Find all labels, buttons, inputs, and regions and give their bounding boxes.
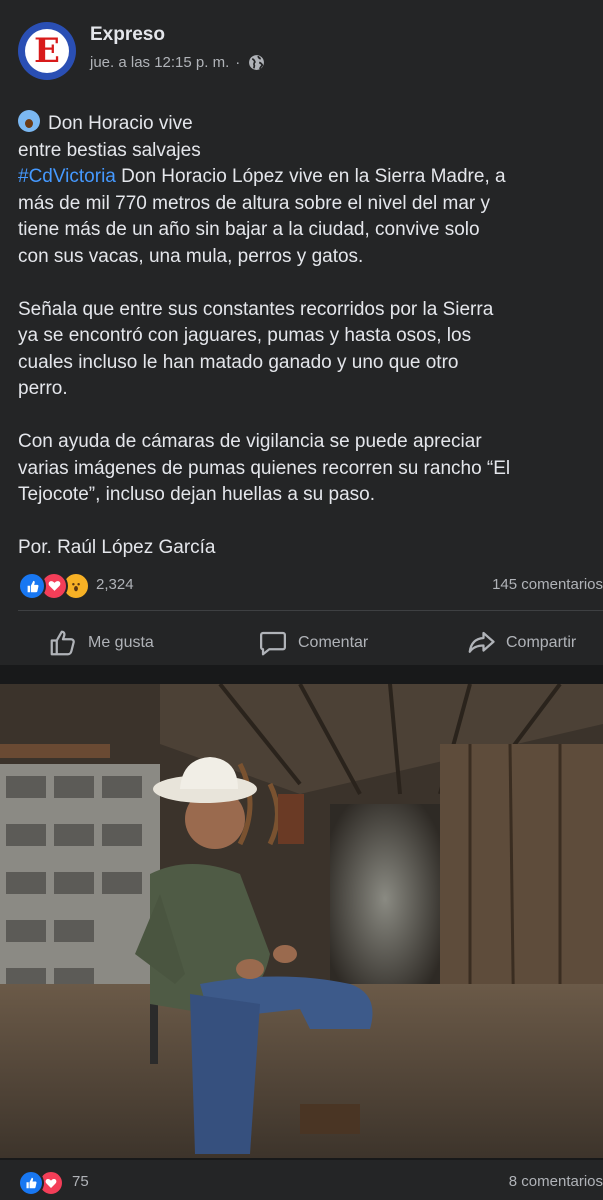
post-body: Don Horacio vive entre bestias salvajes … [18, 110, 603, 562]
paragraph-2-line-3: cuales incluso le han matado ganado y un… [18, 351, 459, 373]
thumbs-up-icon [50, 630, 75, 656]
photo-reaction-count[interactable]: 75 [72, 1173, 89, 1190]
like-icon[interactable] [18, 1170, 44, 1196]
photo-comments-count[interactable]: 8 comentarios [509, 1173, 603, 1190]
photo-man-in-cowboy-hat [0, 684, 603, 1158]
post-headline-2: entre bestias salvajes [18, 139, 201, 161]
expreso-logo: E [25, 29, 69, 73]
paragraph-2-line-2: ya se encontró con jaguares, pumas y has… [18, 325, 472, 346]
share-arrow-icon [468, 631, 495, 653]
reactions-summary: 2,324 145 comentarios [18, 572, 603, 600]
comments-count-link[interactable]: 145 comentarios [492, 576, 603, 593]
divider [18, 610, 603, 611]
scream-emoji-icon [18, 110, 40, 132]
paragraph-3-line-1: Con ayuda de cámaras de vigilancia se pu… [18, 431, 482, 452]
paragraph-3-line-2: varias imágenes de pumas quienes recorre… [18, 457, 511, 479]
post-headline-1: Don Horacio vive [48, 113, 193, 134]
paragraph-3-line-3: Tejocote”, incluso dejan huellas a su pa… [18, 484, 376, 505]
paragraph-1-line-3: tiene más de un año sin bajar a la ciuda… [18, 219, 480, 240]
comment-label: Comentar [298, 634, 369, 651]
comment-bubble-icon [260, 631, 286, 656]
post-header: E Expreso jue. a las 12:15 p. m. · [18, 22, 598, 82]
post-timestamp[interactable]: jue. a las 12:15 p. m. [90, 54, 229, 71]
page-name-link[interactable]: Expreso [90, 24, 165, 46]
share-button[interactable]: Compartir [466, 620, 576, 666]
post-card: E Expreso jue. a las 12:15 p. m. · Don H… [0, 0, 603, 665]
like-label: Me gusta [88, 634, 154, 651]
page-avatar[interactable]: E [18, 22, 76, 80]
paragraph-2-line-4: perro. [18, 378, 68, 399]
meta-separator: · [235, 54, 241, 71]
photo-reactions: 75 [18, 1170, 98, 1196]
post-actions: Me gusta Comentar Compartir [0, 620, 603, 666]
byline: Por. Raúl López García [18, 537, 216, 558]
globe-icon [249, 55, 265, 70]
post-meta: jue. a las 12:15 p. m. · [90, 54, 265, 71]
reaction-count[interactable]: 2,324 [96, 576, 134, 593]
like-icon[interactable] [18, 572, 46, 600]
hashtag-link[interactable]: #CdVictoria [18, 166, 116, 187]
post-photo[interactable] [0, 684, 603, 1158]
like-button[interactable]: Me gusta [48, 620, 154, 666]
post-line: #CdVictoria Don Horacio López vive en la… [18, 164, 603, 191]
paragraph-2-line-1: Señala que entre sus constantes recorrid… [18, 298, 494, 320]
share-label: Compartir [506, 634, 577, 651]
photo-footer: 75 8 comentarios [0, 1160, 603, 1200]
paragraph-1-line-2: más de mil 770 metros de altura sobre el… [18, 192, 491, 214]
comment-button[interactable]: Comentar [258, 620, 368, 666]
post-line: Don Horacio vive [18, 110, 603, 138]
paragraph-1-line-1: Don Horacio López vive en la Sierra Madr… [115, 166, 506, 187]
paragraph-1-line-4: con sus vacas, una mula, perros y gatos. [18, 245, 364, 267]
